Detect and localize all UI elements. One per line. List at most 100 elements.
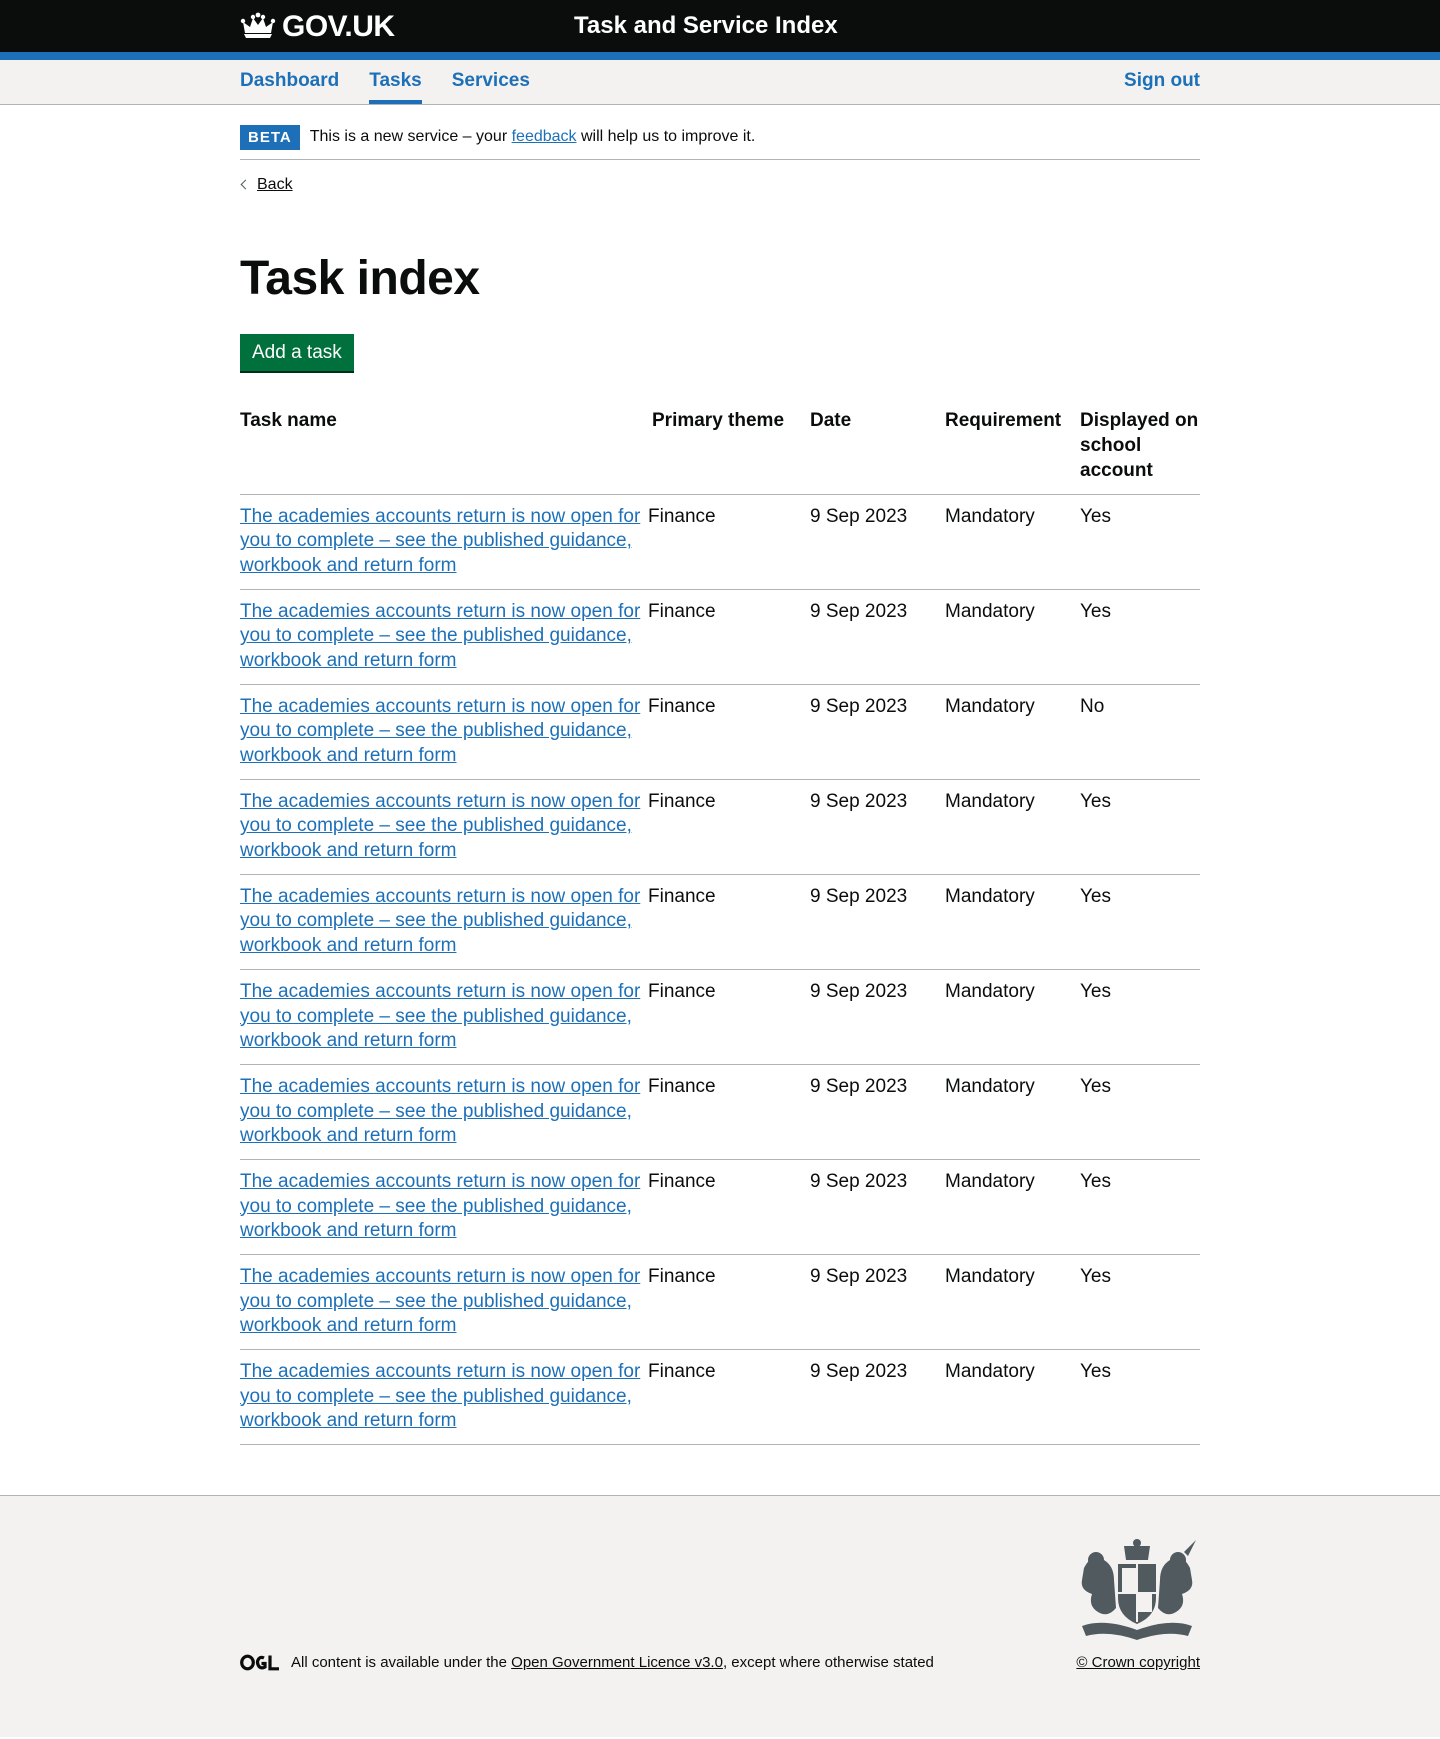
- table-row: The academies accounts return is now ope…: [240, 969, 1200, 1065]
- table-row: The academies accounts return is now ope…: [240, 1349, 1200, 1446]
- column-header-displayed: Displayed on school account: [1080, 409, 1200, 495]
- page-title: Task index: [240, 252, 480, 306]
- nav-item-dashboard[interactable]: Dashboard: [240, 60, 339, 104]
- column-header-primary-theme: Primary theme: [648, 409, 810, 495]
- column-header-date: Date: [810, 409, 945, 495]
- govuk-logo-link[interactable]: GOV.UK: [240, 7, 395, 46]
- cell-primary-theme: Finance: [648, 1349, 810, 1446]
- task-name-link[interactable]: The academies accounts return is now ope…: [240, 1266, 640, 1336]
- nav-item-tasks[interactable]: Tasks: [369, 60, 422, 104]
- cell-primary-theme: Finance: [648, 1064, 810, 1160]
- add-task-button[interactable]: Add a task: [240, 334, 354, 372]
- cell-primary-theme: Finance: [648, 874, 810, 970]
- beta-text-before: This is a new service – your: [309, 127, 508, 145]
- cell-date: 9 Sep 2023: [810, 1254, 945, 1351]
- column-header-requirement: Requirement: [945, 409, 1080, 495]
- nav-item-services[interactable]: Services: [452, 60, 530, 104]
- cell-requirement: Mandatory: [945, 1349, 1080, 1446]
- cell-primary-theme: Finance: [648, 589, 810, 685]
- crown-copyright-link[interactable]: © Crown copyright: [1076, 1653, 1200, 1673]
- back-link[interactable]: Back: [240, 175, 293, 196]
- cell-primary-theme: Finance: [648, 684, 810, 780]
- cell-date: 9 Sep 2023: [810, 969, 945, 1065]
- task-name-link[interactable]: The academies accounts return is now ope…: [240, 1076, 640, 1146]
- task-name-link[interactable]: The academies accounts return is now ope…: [240, 1361, 640, 1431]
- beta-text-after: will help us to improve it.: [580, 127, 756, 145]
- task-name-link[interactable]: The academies accounts return is now ope…: [240, 601, 640, 671]
- table-row: The academies accounts return is now ope…: [240, 589, 1200, 685]
- cell-task-name: The academies accounts return is now ope…: [240, 1349, 648, 1446]
- cell-displayed: Yes: [1080, 1254, 1200, 1351]
- task-name-link[interactable]: The academies accounts return is now ope…: [240, 506, 640, 576]
- cell-date: 9 Sep 2023: [810, 494, 945, 590]
- cell-displayed: Yes: [1080, 589, 1200, 685]
- cell-task-name: The academies accounts return is now ope…: [240, 779, 648, 875]
- cell-requirement: Mandatory: [945, 779, 1080, 875]
- cell-primary-theme: Finance: [648, 969, 810, 1065]
- table-row: The academies accounts return is now ope…: [240, 1254, 1200, 1351]
- cell-displayed: Yes: [1080, 1349, 1200, 1446]
- chevron-left-icon: [240, 179, 251, 190]
- cell-task-name: The academies accounts return is now ope…: [240, 494, 648, 590]
- table-row: The academies accounts return is now ope…: [240, 1064, 1200, 1160]
- cell-requirement: Mandatory: [945, 874, 1080, 970]
- cell-displayed: Yes: [1080, 969, 1200, 1065]
- site-footer: All content is available under the Open …: [0, 1495, 1440, 1738]
- table-row: The academies accounts return is now ope…: [240, 1159, 1200, 1256]
- cell-date: 9 Sep 2023: [810, 684, 945, 780]
- table-row: The academies accounts return is now ope…: [240, 684, 1200, 780]
- column-header-task-name: Task name: [240, 409, 648, 495]
- table-row: The academies accounts return is now ope…: [240, 494, 1200, 590]
- cell-requirement: Mandatory: [945, 969, 1080, 1065]
- cell-date: 9 Sep 2023: [810, 1159, 945, 1256]
- task-table-body: The academies accounts return is now ope…: [240, 494, 1200, 1446]
- table-row: The academies accounts return is now ope…: [240, 874, 1200, 970]
- cell-displayed: Yes: [1080, 494, 1200, 590]
- main-content: BETA This is a new service – your feedba…: [240, 105, 1200, 1446]
- feedback-link[interactable]: feedback: [512, 127, 577, 148]
- cell-date: 9 Sep 2023: [810, 1064, 945, 1160]
- cell-task-name: The academies accounts return is now ope…: [240, 684, 648, 780]
- crown-icon: [240, 12, 276, 38]
- beta-tag: BETA: [240, 125, 300, 150]
- cell-task-name: The academies accounts return is now ope…: [240, 1159, 648, 1256]
- royal-crest-icon: [1081, 1539, 1196, 1641]
- cell-displayed: Yes: [1080, 1064, 1200, 1160]
- site-header: GOV.UK Task and Service Index: [0, 0, 1440, 60]
- primary-navigation: Dashboard Tasks Services Sign out: [0, 60, 1440, 105]
- open-government-licence-link[interactable]: Open Government Licence v3.0: [511, 1653, 723, 1673]
- cell-requirement: Mandatory: [945, 1254, 1080, 1351]
- cell-displayed: Yes: [1080, 779, 1200, 875]
- cell-primary-theme: Finance: [648, 1254, 810, 1351]
- task-table: Task name Primary theme Date Requirement…: [240, 409, 1200, 1446]
- task-name-link[interactable]: The academies accounts return is now ope…: [240, 696, 640, 766]
- sign-out-link[interactable]: Sign out: [1124, 60, 1200, 104]
- logo-text: GOV.UK: [282, 9, 395, 43]
- cell-date: 9 Sep 2023: [810, 589, 945, 685]
- task-name-link[interactable]: The academies accounts return is now ope…: [240, 981, 640, 1051]
- cell-requirement: Mandatory: [945, 494, 1080, 590]
- back-link-label: Back: [257, 175, 293, 193]
- cell-task-name: The academies accounts return is now ope…: [240, 1064, 648, 1160]
- cell-primary-theme: Finance: [648, 494, 810, 590]
- cell-displayed: Yes: [1080, 1159, 1200, 1256]
- cell-task-name: The academies accounts return is now ope…: [240, 1254, 648, 1351]
- cell-date: 9 Sep 2023: [810, 1349, 945, 1446]
- ogl-logo-icon: [240, 1655, 279, 1671]
- task-name-link[interactable]: The academies accounts return is now ope…: [240, 791, 640, 861]
- cell-task-name: The academies accounts return is now ope…: [240, 874, 648, 970]
- cell-displayed: Yes: [1080, 874, 1200, 970]
- table-row: The academies accounts return is now ope…: [240, 779, 1200, 875]
- cell-primary-theme: Finance: [648, 1159, 810, 1256]
- cell-date: 9 Sep 2023: [810, 779, 945, 875]
- service-name-link[interactable]: Task and Service Index: [574, 10, 838, 41]
- cell-date: 9 Sep 2023: [810, 874, 945, 970]
- licence-text-before: All content is available under the: [291, 1654, 507, 1672]
- licence-text-after: , except where otherwise stated: [722, 1654, 934, 1672]
- cell-requirement: Mandatory: [945, 589, 1080, 685]
- cell-task-name: The academies accounts return is now ope…: [240, 589, 648, 685]
- cell-requirement: Mandatory: [945, 684, 1080, 780]
- task-name-link[interactable]: The academies accounts return is now ope…: [240, 886, 640, 956]
- task-name-link[interactable]: The academies accounts return is now ope…: [240, 1171, 640, 1241]
- cell-primary-theme: Finance: [648, 779, 810, 875]
